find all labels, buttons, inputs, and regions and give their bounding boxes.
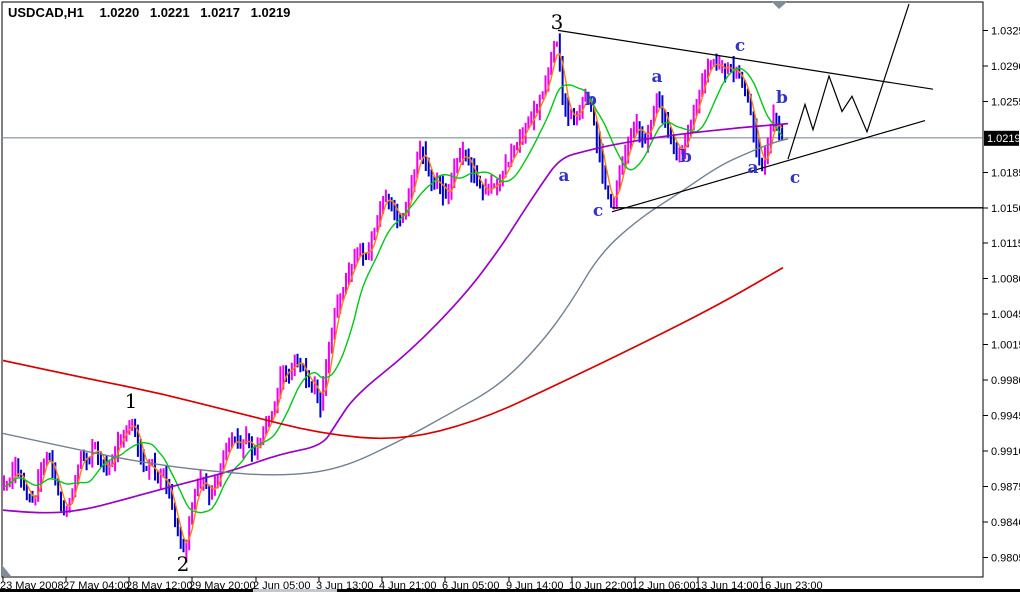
bars-down-series (18, 33, 782, 552)
price-axis-label: 1.0015 (991, 340, 1020, 352)
price-axis-label: 0.9875 (991, 482, 1020, 494)
scrollbar-thumb[interactable] (253, 589, 337, 592)
wave-letter-label: c (593, 201, 603, 221)
symbol-title: USDCAD,H1 1.0220 1.0221 1.0217 1.0219 (8, 5, 290, 20)
chart-markers (2, 1, 788, 576)
ohlc-high-value: 1.0221 (150, 5, 190, 20)
price-axis[interactable]: 1.0325 1.0290 1.0255 1.0185 1.0150 1.0115 1.00… (983, 25, 1020, 564)
price-axis-label: 0.9840 (991, 517, 1020, 529)
down-arrow-marker (771, 1, 788, 9)
wave-letter-label: a (558, 166, 569, 186)
wave-letter-label: b (585, 90, 597, 110)
moving-average-lines (0, 54, 788, 543)
chart-frame-border (2, 2, 983, 577)
projection-zigzag-line[interactable] (788, 4, 909, 159)
price-chart-canvas[interactable]: 123abcabcabc 1.03251.02901.02551.01851.0… (0, 0, 1020, 598)
ma-long-red (0, 268, 783, 439)
wave-letter-label: c (735, 36, 745, 56)
bars-up-series (4, 41, 774, 563)
price-axis-label: 1.0325 (991, 25, 1020, 37)
corner-arrow-marker (2, 565, 11, 576)
candlestick-bars (4, 33, 782, 562)
price-axis-label: 1.0150 (991, 203, 1020, 215)
ma-slower-gray (0, 139, 788, 475)
price-tag-value: 1.0219 (987, 133, 1020, 145)
price-axis-label: 1.0115 (991, 238, 1020, 250)
price-axis-label: 1.0255 (991, 96, 1020, 108)
price-axis-label: 0.9910 (991, 446, 1020, 458)
current-price-tag: 1.0219 (984, 131, 1020, 146)
triangle-lower-trendline[interactable] (612, 121, 925, 212)
price-axis-label: 0.9980 (991, 375, 1020, 387)
wave-letter-label: c (790, 168, 800, 188)
symbol-timeframe-label: USDCAD,H1 (8, 5, 84, 20)
ohlc-open-value: 1.0220 (99, 5, 139, 20)
scrollbar-track-line (337, 589, 1020, 592)
wave-number-label: 3 (551, 10, 564, 34)
price-axis-label: 1.0045 (991, 309, 1020, 321)
price-axis-label: 1.0185 (991, 167, 1020, 179)
price-axis-label: 0.9945 (991, 411, 1020, 423)
scrollbar-track-line (0, 589, 253, 592)
ohlc-close-value: 1.0219 (251, 5, 291, 20)
ohlc-low-value: 1.0217 (200, 5, 240, 20)
horizontal-scrollbar[interactable] (0, 589, 1020, 592)
wave-number-label: 1 (125, 389, 138, 413)
wave-number-label: 2 (177, 552, 190, 576)
price-axis-label: 1.0080 (991, 274, 1020, 286)
wave-letter-label: b (680, 147, 692, 167)
price-axis-label: 0.9805 (991, 552, 1020, 564)
wave-letter-label: b (776, 88, 788, 108)
chart-window: 123abcabcabc 1.03251.02901.02551.01851.0… (0, 0, 1020, 598)
price-axis-label: 1.0290 (991, 61, 1020, 73)
wave-letter-label: a (747, 158, 758, 178)
wave-letter-label: a (651, 67, 662, 87)
